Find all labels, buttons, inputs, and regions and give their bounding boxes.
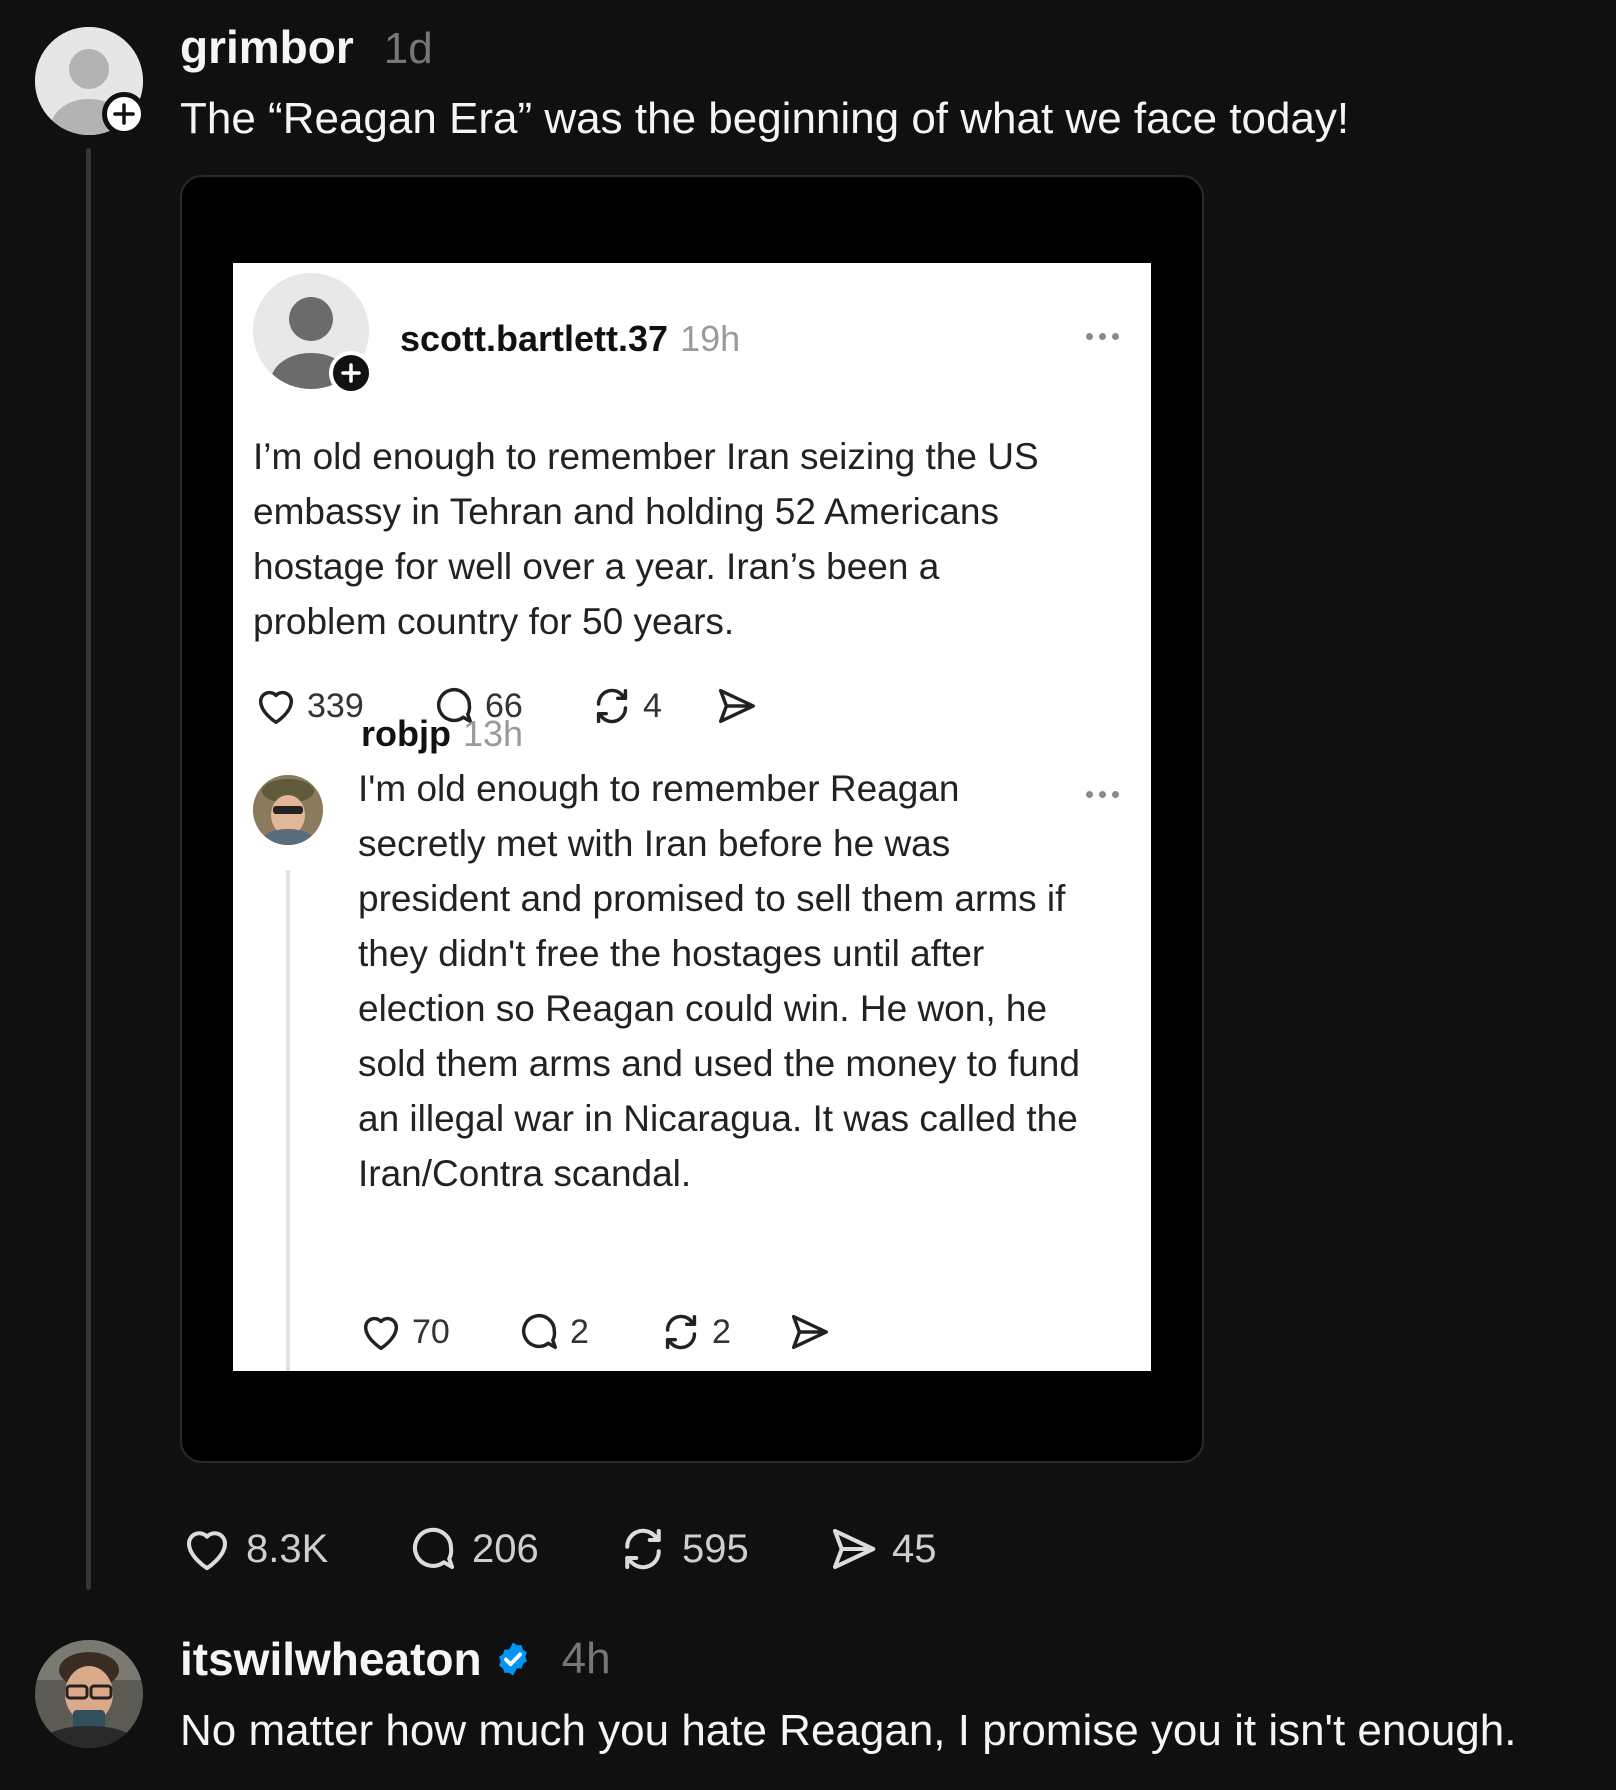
like-count: 339 — [307, 686, 364, 725]
text-line: I'm old enough to remember Reagan — [358, 768, 960, 809]
send-icon — [718, 688, 755, 724]
embedded-repost-stat: 4 — [589, 683, 713, 729]
text-line: president and promised to sell them arms… — [358, 878, 1066, 919]
repost-count: 4 — [643, 686, 662, 725]
user-photo-icon — [35, 1640, 143, 1748]
embedded-plus-badge — [329, 351, 373, 395]
reply-header: itswilwheaton 4h — [180, 1632, 611, 1686]
text-line: secretly met with Iran before he was — [358, 823, 951, 864]
embedded-reply-time: 13h — [462, 713, 524, 754]
plus-icon — [113, 103, 135, 125]
send-icon — [791, 1314, 828, 1350]
reply-text: No matter how much you hate Reagan, I pr… — [180, 1706, 1517, 1755]
text-line: embassy in Tehran and holding 52 America… — [253, 491, 999, 532]
heart-icon — [363, 1316, 399, 1351]
user-photo-icon — [253, 775, 323, 845]
repost-count: 2 — [712, 1312, 731, 1351]
embedded-post-text: I’m old enough to remember Iran seizing … — [253, 429, 1039, 649]
share-count: 45 — [892, 1526, 937, 1571]
thread-line — [86, 148, 91, 1590]
text-line: Iran/Contra scandal. — [358, 1153, 692, 1194]
more-options-icon — [1086, 333, 1119, 340]
follow-button[interactable] — [102, 92, 146, 136]
embedded-reply-text: I'm old enough to remember Reagan secret… — [358, 761, 1080, 1201]
text-line: hostage for well over a year. Iran’s bee… — [253, 546, 940, 587]
like-count: 70 — [412, 1312, 450, 1351]
text-line: they didn't free the hostages until afte… — [358, 933, 985, 974]
author-username[interactable]: grimbor — [180, 20, 354, 74]
repost-icon — [625, 1528, 661, 1570]
like-button[interactable]: 8.3K — [180, 1522, 406, 1576]
embedded-post-time: 19h — [680, 318, 741, 359]
reply-username[interactable]: itswilwheaton — [180, 1632, 482, 1686]
embedded-reply-comment-stat: 2 — [516, 1309, 658, 1355]
embedded-share-stat — [713, 683, 767, 729]
embedded-author-username: scott.bartlett.37 — [400, 318, 669, 359]
heart-icon — [186, 1531, 228, 1571]
embedded-post-header: scott.bartlett.37 19h — [400, 318, 740, 360]
reply-avatar[interactable] — [35, 1640, 143, 1748]
post-image[interactable]: scott.bartlett.37 19h I’m old enough to … — [180, 175, 1204, 1463]
comment-count: 206 — [472, 1526, 539, 1571]
embedded-reply-share-stat — [786, 1309, 840, 1355]
comment-count: 2 — [570, 1312, 589, 1351]
share-button[interactable]: 45 — [826, 1522, 937, 1576]
embedded-reply-like-stat: 70 — [358, 1309, 516, 1355]
comment-button[interactable]: 206 — [406, 1522, 616, 1576]
repost-button[interactable]: 595 — [616, 1522, 826, 1576]
embedded-reply-repost-stat: 2 — [658, 1309, 786, 1355]
text-line: I’m old enough to remember Iran seizing … — [253, 436, 1039, 477]
send-icon — [832, 1528, 876, 1570]
repost-icon — [596, 688, 628, 724]
screenshot-card: scott.bartlett.37 19h I’m old enough to … — [233, 263, 1151, 1371]
heart-icon — [258, 690, 294, 725]
embedded-reply-header: robjp 13h — [361, 713, 523, 755]
text-line: an illegal war in Nicaragua. It was call… — [358, 1098, 1078, 1139]
post-text: The “Reagan Era” was the beginning of wh… — [180, 94, 1350, 143]
embedded-reply-avatar — [253, 775, 323, 845]
embedded-reply-username: robjp — [361, 713, 451, 754]
verified-badge-icon — [498, 1642, 527, 1676]
reply-time: 4h — [561, 1634, 611, 1683]
comment-icon — [413, 1527, 455, 1570]
comment-icon — [521, 1314, 558, 1350]
post-time: 1d — [383, 24, 433, 73]
text-line: election so Reagan could win. He won, he — [358, 988, 1048, 1029]
plus-icon — [341, 363, 361, 383]
embedded-reply-thread-line — [286, 870, 290, 1371]
text-line: problem country for 50 years. — [253, 601, 735, 642]
text-line: sold them arms and used the money to fun… — [358, 1043, 1080, 1084]
more-options-icon — [1086, 791, 1119, 798]
post-header: grimbor 1d — [180, 20, 433, 74]
like-count: 8.3K — [246, 1526, 329, 1571]
repost-icon — [665, 1314, 697, 1350]
post-actions: 8.3K 206 595 45 — [180, 1522, 937, 1576]
embedded-reply-actions: 70 2 2 — [358, 1309, 840, 1355]
repost-count: 595 — [682, 1526, 749, 1571]
